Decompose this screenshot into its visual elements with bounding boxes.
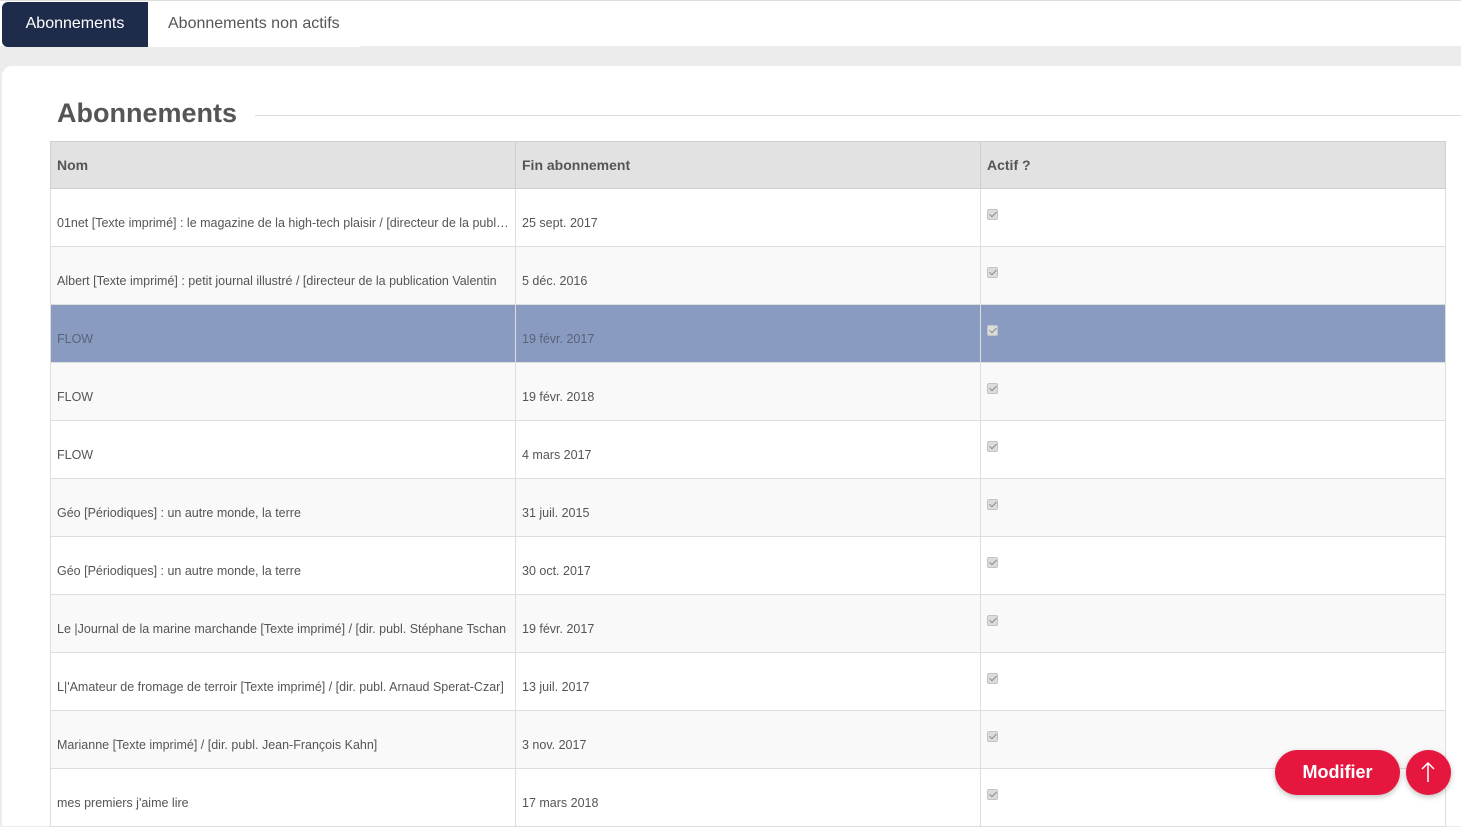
cell-actif (980, 188, 1446, 247)
table-row[interactable]: FLOW 19 févr. 2018 (50, 362, 1446, 421)
cell-nom: 01net [Texte imprimé] : le magazine de l… (50, 188, 516, 247)
cell-actif (980, 478, 1446, 537)
column-header-fin-abonnement[interactable]: Fin abonnement (515, 141, 981, 189)
cell-fin-abonnement: 19 févr. 2018 (515, 362, 981, 421)
main-panel: Abonnements Nom Fin abonnement Actif ? 0… (2, 66, 1461, 827)
cell-nom: Géo [Périodiques] : un autre monde, la t… (50, 536, 516, 595)
arrow-up-icon (1421, 761, 1435, 782)
table-row[interactable]: FLOW 19 févr. 2017 (50, 304, 1446, 363)
cell-fin-abonnement: 3 nov. 2017 (515, 710, 981, 769)
cell-actif (980, 420, 1446, 479)
cell-fin-abonnement: 5 déc. 2016 (515, 246, 981, 305)
actif-checkbox (987, 441, 998, 452)
actif-checkbox (987, 673, 998, 684)
cell-nom: L|'Amateur de fromage de terroir [Texte … (50, 652, 516, 711)
table-row[interactable]: Le |Journal de la marine marchande [Text… (50, 594, 1446, 653)
subscriptions-table: Nom Fin abonnement Actif ? 01net [Texte … (50, 141, 1446, 827)
cell-actif (980, 594, 1446, 653)
cell-nom: Albert [Texte imprimé] : petit journal i… (50, 246, 516, 305)
cell-nom: Géo [Périodiques] : un autre monde, la t… (50, 478, 516, 537)
table-row[interactable]: Marianne [Texte imprimé] / [dir. publ. J… (50, 710, 1446, 769)
table-row[interactable]: 01net [Texte imprimé] : le magazine de l… (50, 188, 1446, 247)
cell-fin-abonnement: 30 oct. 2017 (515, 536, 981, 595)
cell-nom: FLOW (50, 420, 516, 479)
actif-checkbox (987, 383, 998, 394)
tab-bar: Abonnements Abonnements non actifs (0, 0, 1461, 47)
cell-nom: mes premiers j'aime lire (50, 768, 516, 827)
cell-nom: Le |Journal de la marine marchande [Text… (50, 594, 516, 653)
tab-abonnements[interactable]: Abonnements (2, 2, 148, 47)
modifier-button[interactable]: Modifier (1275, 750, 1400, 795)
table-row[interactable]: Géo [Périodiques] : un autre monde, la t… (50, 536, 1446, 595)
table-row[interactable]: Géo [Périodiques] : un autre monde, la t… (50, 478, 1446, 537)
cell-fin-abonnement: 19 févr. 2017 (515, 594, 981, 653)
cell-actif (980, 304, 1446, 363)
actif-checkbox (987, 325, 998, 336)
column-header-nom[interactable]: Nom (50, 141, 516, 189)
cell-actif (980, 536, 1446, 595)
cell-nom: FLOW (50, 304, 516, 363)
cell-nom: Marianne [Texte imprimé] / [dir. publ. J… (50, 710, 516, 769)
page-title: Abonnements (57, 98, 238, 128)
cell-fin-abonnement: 31 juil. 2015 (515, 478, 981, 537)
tab-abonnements-non-actifs[interactable]: Abonnements non actifs (148, 2, 360, 47)
actif-checkbox (987, 557, 998, 568)
cell-fin-abonnement: 4 mars 2017 (515, 420, 981, 479)
cell-fin-abonnement: 17 mars 2018 (515, 768, 981, 827)
title-divider (255, 115, 1461, 116)
actif-checkbox (987, 789, 998, 800)
cell-actif (980, 362, 1446, 421)
cell-fin-abonnement: 13 juil. 2017 (515, 652, 981, 711)
cell-fin-abonnement: 19 févr. 2017 (515, 304, 981, 363)
actif-checkbox (987, 615, 998, 626)
cell-fin-abonnement: 25 sept. 2017 (515, 188, 981, 247)
cell-actif (980, 652, 1446, 711)
actif-checkbox (987, 209, 998, 220)
actif-checkbox (987, 499, 998, 510)
actif-checkbox (987, 267, 998, 278)
table-row[interactable]: FLOW 4 mars 2017 (50, 420, 1446, 479)
table-header-row: Nom Fin abonnement Actif ? (50, 141, 1446, 189)
scroll-top-button[interactable] (1406, 750, 1451, 795)
column-header-actif[interactable]: Actif ? (980, 141, 1446, 189)
table-row[interactable]: mes premiers j'aime lire 17 mars 2018 (50, 768, 1446, 827)
cell-actif (980, 246, 1446, 305)
table-row[interactable]: L|'Amateur de fromage de terroir [Texte … (50, 652, 1446, 711)
table-row[interactable]: Albert [Texte imprimé] : petit journal i… (50, 246, 1446, 305)
actif-checkbox (987, 731, 998, 742)
cell-nom: FLOW (50, 362, 516, 421)
